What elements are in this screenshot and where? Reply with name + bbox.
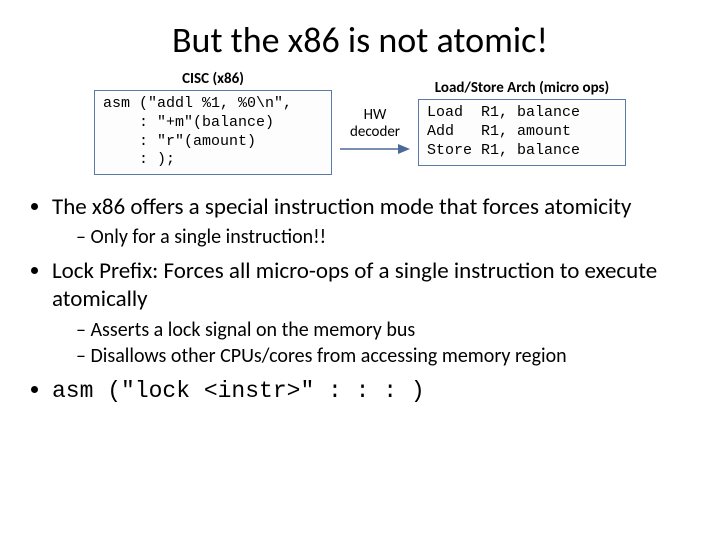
- diagram-row: CISC (x86) asm ("addl %1, %0\n", : "+m"(…: [20, 70, 700, 175]
- connector-label: HW decoder: [350, 107, 400, 140]
- connector-label-line1: HW: [364, 106, 387, 124]
- microops-header: Load/Store Arch (micro ops): [435, 79, 609, 97]
- microops-column: Load/Store Arch (micro ops) Load R1, bal…: [418, 79, 626, 165]
- list-item: Lock Prefix: Forces all micro-ops of a s…: [52, 257, 700, 368]
- connector-label-line2: decoder: [350, 123, 400, 141]
- bullet-text: The x86 offers a special instruction mod…: [52, 193, 631, 221]
- bullet-list: The x86 offers a special instruction mod…: [30, 193, 700, 405]
- list-item: The x86 offers a special instruction mod…: [52, 193, 700, 249]
- slide: But the x86 is not atomic! CISC (x86) as…: [0, 0, 720, 431]
- list-item: Only for a single instruction!!: [76, 225, 700, 249]
- bullet-code: asm ("lock <instr>" : : : ): [52, 378, 425, 404]
- cisc-codebox: asm ("addl %1, %0\n", : "+m"(balance) : …: [94, 90, 332, 175]
- cisc-header: CISC (x86): [182, 70, 244, 88]
- bullet-text: Lock Prefix: Forces all micro-ops of a s…: [52, 257, 657, 313]
- microops-codebox: Load R1, balance Add R1, amount Store R1…: [418, 99, 626, 165]
- list-item: Disallows other CPUs/cores from accessin…: [76, 344, 700, 368]
- list-item: Asserts a lock signal on the memory bus: [76, 318, 700, 342]
- cisc-column: CISC (x86) asm ("addl %1, %0\n", : "+m"(…: [94, 70, 332, 175]
- list-item: asm ("lock <instr>" : : : ): [52, 376, 700, 405]
- arrow-right-icon: [340, 142, 410, 156]
- sub-list: Asserts a lock signal on the memory bus …: [76, 318, 700, 369]
- page-title: But the x86 is not atomic!: [20, 18, 700, 62]
- connector: HW decoder: [340, 89, 410, 156]
- sub-list: Only for a single instruction!!: [76, 225, 700, 249]
